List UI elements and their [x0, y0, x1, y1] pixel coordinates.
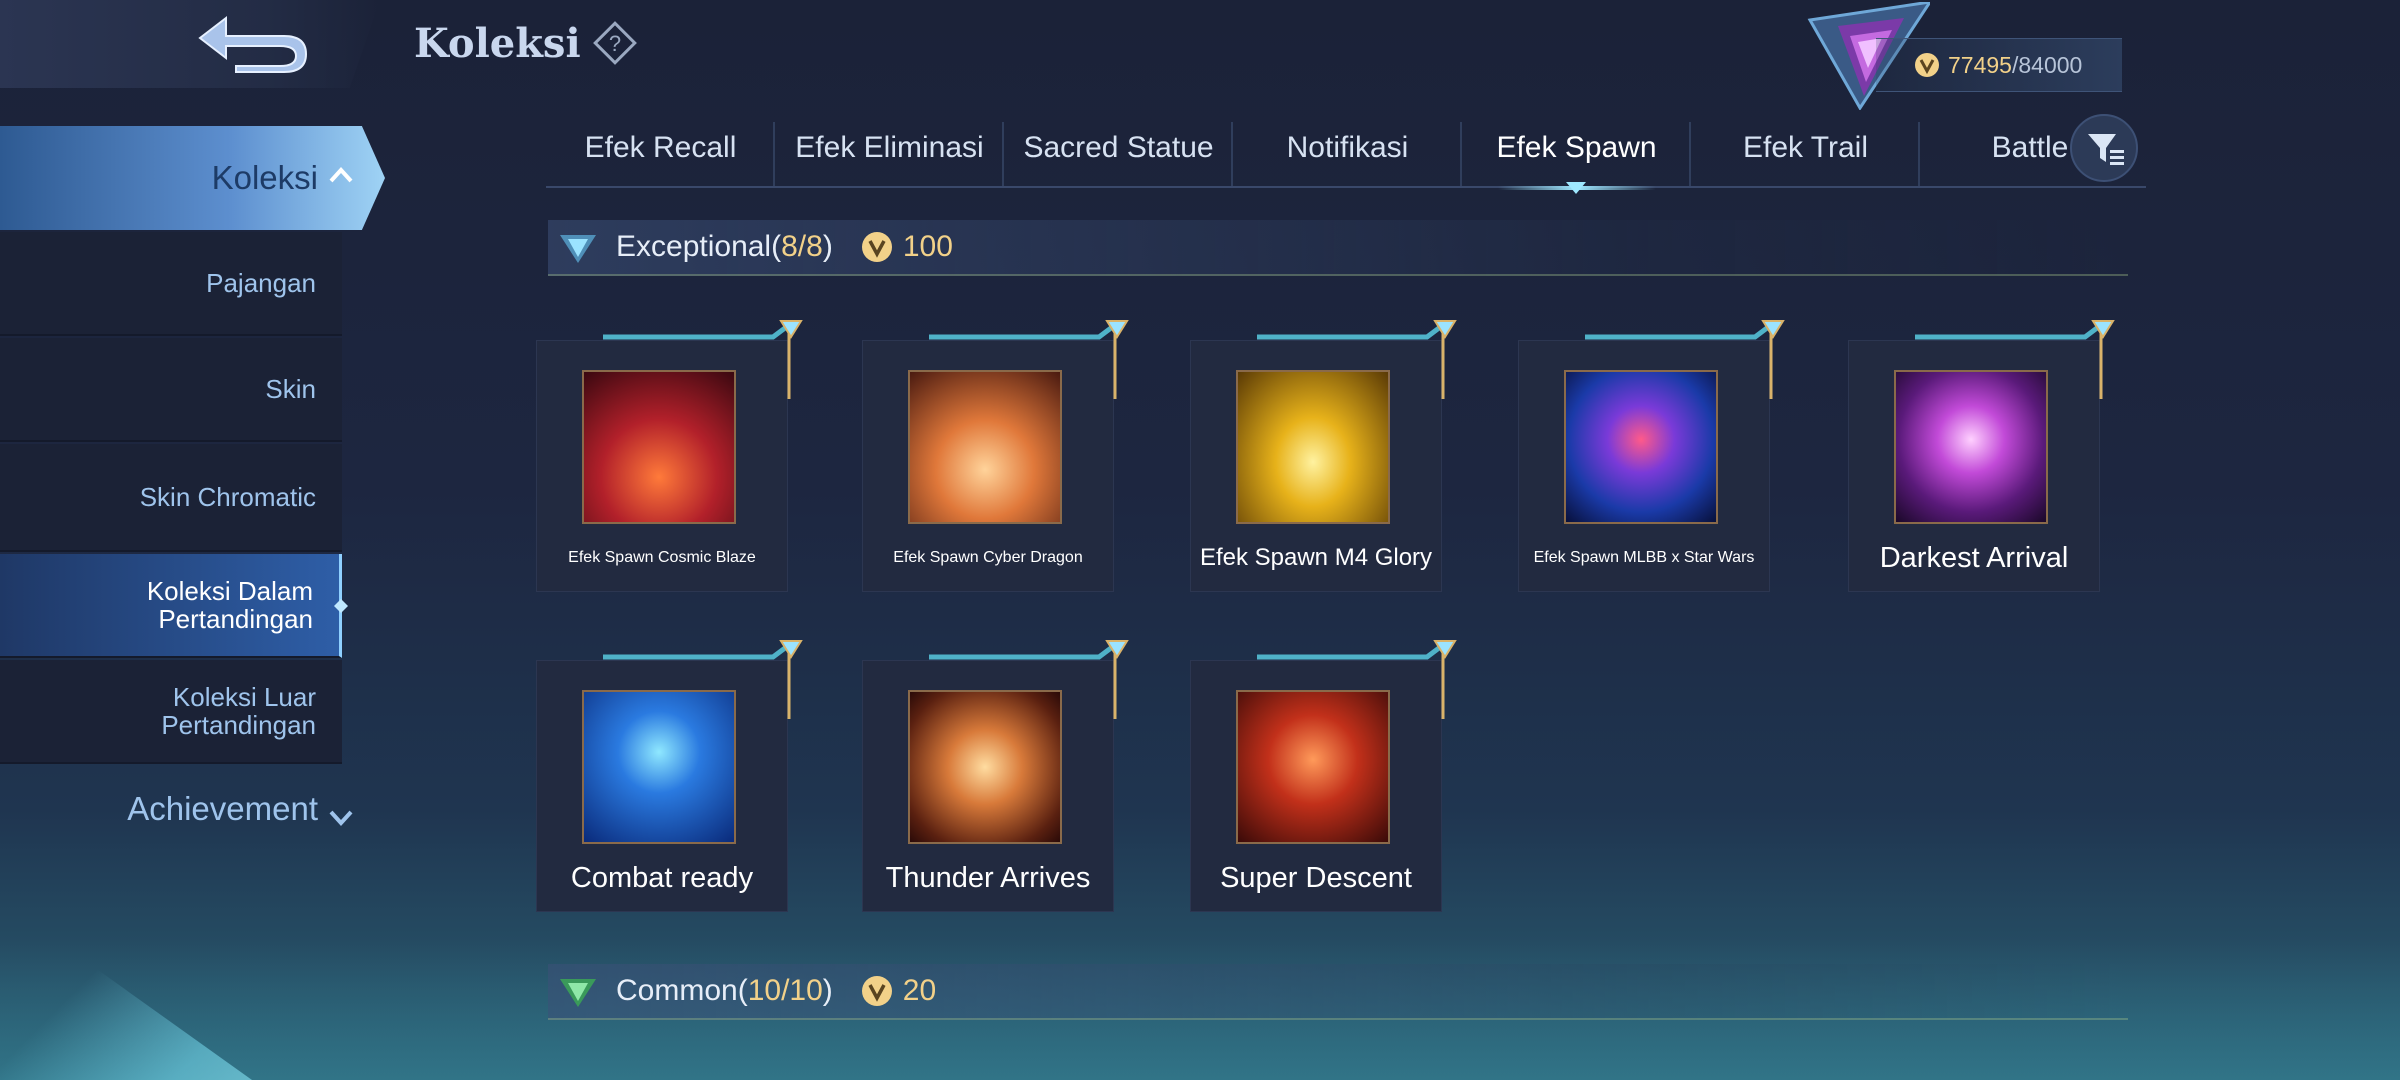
m4-glory-thumbnail [1236, 370, 1390, 524]
tab-label: Efek Spawn [1496, 131, 1657, 164]
collection-points-display: 77495/84000 [1876, 38, 2122, 92]
sidebar-item-label: Koleksi Dalam Pertandingan [146, 576, 313, 634]
collection-card[interactable]: Super Descent [1190, 640, 1457, 912]
sidebar-item-koleksi-dalam-pertandingan[interactable]: Koleksi Dalam Pertandingan [0, 554, 342, 658]
sidebar-item-skin[interactable]: Skin [0, 338, 342, 442]
collection-card[interactable]: Thunder Arrives [862, 640, 1129, 912]
tier-gem-icon [560, 235, 596, 263]
sidebar-item-label: Pajangan [206, 268, 316, 298]
section-count-open: ( [771, 230, 782, 263]
collection-coin-icon [861, 232, 892, 262]
super-descent-thumbnail [1236, 690, 1390, 844]
selection-indicator-icon [334, 599, 348, 613]
tab-efek-spawn[interactable]: Efek Spawn [1462, 120, 1691, 194]
collection-coin-icon [1915, 53, 1939, 77]
thunder-arrives-thumbnail [908, 690, 1062, 844]
section-reward: 20 [902, 974, 937, 1007]
section-count: 10/10 [747, 974, 823, 1007]
collection-card[interactable]: Combat ready [536, 640, 803, 912]
section-name: Exceptional [616, 230, 772, 263]
cosmic-blaze-thumbnail [582, 370, 736, 524]
star-wars-thumbnail [1564, 370, 1718, 524]
card-label: Efek Spawn Cyber Dragon [893, 549, 1083, 566]
tab-label: Efek Recall [584, 131, 737, 164]
sidebar-item-pajangan[interactable]: Pajangan [0, 232, 342, 336]
tab-label: Efek Eliminasi [795, 131, 984, 164]
collection-card[interactable]: Efek Spawn Cosmic Blaze [536, 320, 803, 592]
tab-sacred-statue[interactable]: Sacred Statue [1004, 120, 1233, 188]
sidebar-item-skin-chromatic[interactable]: Skin Chromatic [0, 444, 342, 552]
combat-ready-thumbnail [582, 690, 736, 844]
card-label: Combat ready [570, 862, 754, 894]
card-label: Thunder Arrives [885, 862, 1091, 894]
svg-text:?: ? [609, 31, 621, 56]
cyber-dragon-thumbnail [908, 370, 1062, 524]
page-title: Koleksi [414, 20, 581, 67]
points-max: 84000 [2018, 51, 2083, 78]
card-label: Efek Spawn Cosmic Blaze [568, 549, 756, 566]
chevron-down-icon [329, 810, 353, 826]
tier-gem-icon [560, 979, 596, 1007]
section-header-common: Common(10/10) 20 [548, 964, 2128, 1020]
collection-card[interactable]: Efek Spawn Cyber Dragon [862, 320, 1129, 592]
help-icon[interactable]: ? [592, 20, 638, 66]
tab-efek-eliminasi[interactable]: Efek Eliminasi [775, 120, 1004, 188]
tab-label: Sacred Statue [1023, 131, 1214, 164]
section-name: Common [616, 974, 738, 1007]
card-label: Super Descent [1220, 862, 1412, 894]
sidebar-item-label: Skin [265, 374, 316, 404]
chevron-up-icon [329, 167, 353, 183]
card-label: Efek Spawn M4 Glory [1199, 544, 1433, 571]
section-reward: 100 [902, 230, 953, 263]
section-count-close: ) [822, 230, 833, 263]
filter-icon [2088, 134, 2124, 165]
collection-card[interactable]: Darkest Arrival [1848, 320, 2115, 592]
tab-notifikasi[interactable]: Notifikasi [1233, 120, 1462, 188]
tab-label: Battle [1991, 131, 2069, 164]
section-header-exceptional: Exceptional(8/8) 100 [548, 220, 2128, 276]
section-count-close: ) [822, 974, 833, 1007]
sidebar-item-koleksi-luar-pertandingan[interactable]: Koleksi Luar Pertandingan [0, 660, 342, 764]
sidebar-item-achievement[interactable]: Achievement [0, 790, 318, 828]
filter-button[interactable] [2070, 114, 2138, 182]
points-current: 77495 [1948, 51, 2012, 78]
collection-card[interactable]: Efek Spawn MLBB x Star Wars [1518, 320, 1785, 592]
card-label: Darkest Arrival [1879, 542, 2069, 574]
tab-label: Efek Trail [1742, 131, 1869, 164]
card-label: Efek Spawn MLBB x Star Wars [1533, 549, 1755, 566]
tab-efek-trail[interactable]: Efek Trail [1691, 120, 1920, 188]
sidebar-item-koleksi-label: Koleksi [211, 159, 318, 196]
active-tab-caret-icon [1566, 182, 1586, 194]
sidebar-item-label: Skin Chromatic [139, 482, 316, 512]
collection-coin-icon [861, 976, 892, 1006]
category-tabs: Efek Recall Efek Eliminasi Sacred Statue… [546, 120, 2146, 194]
section-count: 8/8 [781, 230, 823, 263]
tab-label: Notifikasi [1286, 131, 1409, 164]
sidebar-item-label: Koleksi Luar Pertandingan [161, 682, 316, 740]
back-button[interactable] [0, 0, 380, 88]
back-arrow-icon [198, 15, 308, 73]
collection-card[interactable]: Efek Spawn M4 Glory [1190, 320, 1457, 592]
tab-efek-recall[interactable]: Efek Recall [546, 120, 775, 188]
darkest-arrival-thumbnail [1894, 370, 2048, 524]
section-count-open: ( [737, 974, 748, 1007]
